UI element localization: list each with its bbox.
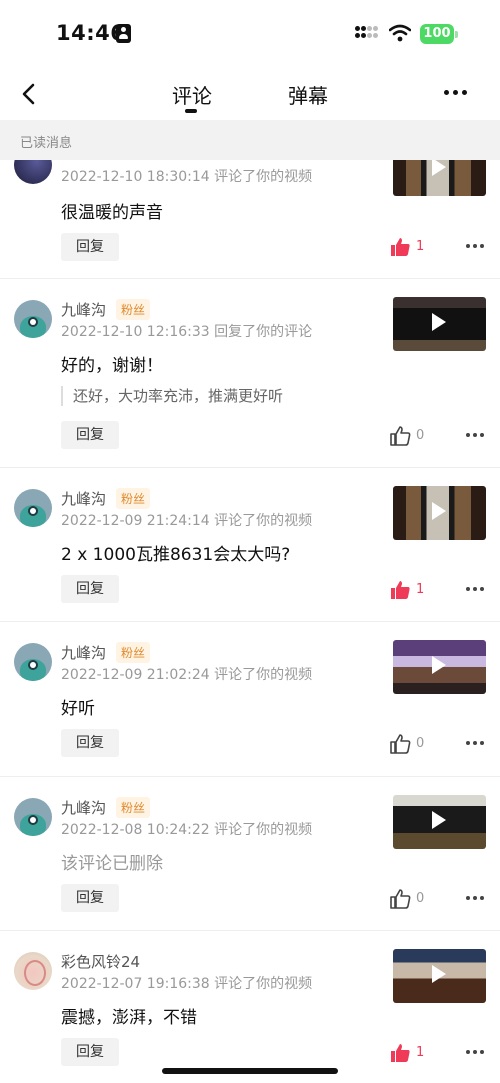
thumbs-up-icon: [391, 581, 410, 599]
nav-bar: 评论 弹幕: [0, 66, 500, 120]
comment-item[interactable]: 九峰沟 粉丝 2022-12-08 10:24:22 评论了你的视频 该评论已删…: [0, 777, 500, 931]
cellular-signal-icon: [355, 26, 379, 42]
comment-list[interactable]: 2022-12-10 18:30:14 评论了你的视频 很温暖的声音 回复 1 …: [0, 160, 500, 1083]
like-button[interactable]: 1: [389, 236, 429, 260]
like-count: 1: [416, 239, 425, 254]
like-count: 0: [416, 428, 425, 443]
comment-more-icon[interactable]: [466, 1050, 486, 1056]
comment-more-icon[interactable]: [466, 587, 486, 593]
like-button[interactable]: 0: [389, 733, 429, 757]
reply-button[interactable]: 回复: [61, 729, 119, 757]
reply-button[interactable]: 回复: [61, 575, 119, 603]
tab-danmaku[interactable]: 弹幕: [288, 80, 328, 109]
play-icon: [432, 160, 446, 176]
comment-text[interactable]: 好的，谢谢！: [61, 351, 163, 376]
commenter-name[interactable]: 彩色风铃24: [61, 951, 140, 972]
video-thumbnail[interactable]: [393, 949, 486, 1003]
active-tab-indicator: [185, 109, 197, 113]
comment-text[interactable]: 很温暖的声音: [61, 198, 163, 223]
fan-badge: 粉丝: [116, 642, 151, 663]
comment-more-icon[interactable]: [466, 741, 486, 747]
commenter-name[interactable]: 九峰沟: [61, 488, 106, 509]
commenter-name[interactable]: 九峰沟: [61, 797, 106, 818]
battery-indicator: 100: [420, 24, 458, 44]
thumbs-up-icon: [391, 1044, 410, 1062]
play-icon: [432, 811, 446, 829]
like-count: 0: [416, 891, 425, 906]
fan-badge: 粉丝: [116, 488, 151, 509]
reply-button[interactable]: 回复: [61, 233, 119, 261]
avatar[interactable]: [14, 300, 52, 338]
comment-item[interactable]: 九峰沟 粉丝 2022-12-10 12:16:33 回复了你的评论 好的，谢谢…: [0, 279, 500, 468]
comment-text[interactable]: 2 x 1000瓦推8631会太大吗?: [61, 540, 290, 565]
thumbs-up-icon: [390, 734, 411, 754]
like-button[interactable]: 1: [389, 1042, 429, 1066]
play-icon: [432, 313, 446, 331]
battery-tip: [455, 31, 458, 38]
thumbs-up-icon: [390, 889, 411, 909]
like-count: 0: [416, 736, 425, 751]
read-messages-header: 已读消息: [0, 120, 500, 160]
like-count: 1: [416, 582, 425, 597]
comment-text[interactable]: 震撼，澎湃，不错: [61, 1003, 197, 1028]
avatar[interactable]: [14, 160, 52, 184]
like-count: 1: [416, 1045, 425, 1060]
status-time: 14:46: [56, 21, 126, 45]
status-bar: 14:46 100: [0, 0, 500, 66]
reply-button[interactable]: 回复: [61, 1038, 119, 1066]
video-thumbnail[interactable]: [393, 640, 486, 694]
comment-text[interactable]: 好听: [61, 694, 95, 719]
reply-button[interactable]: 回复: [61, 421, 119, 449]
quoted-comment: 还好，大功率充沛，推满更好听: [61, 386, 371, 406]
comment-text: 该评论已删除: [61, 854, 163, 874]
commenter-name[interactable]: 九峰沟: [61, 299, 106, 320]
comment-meta: 2022-12-07 19:16:38 评论了你的视频: [61, 976, 313, 992]
play-icon: [432, 965, 446, 983]
contact-card-icon: [116, 24, 131, 43]
avatar[interactable]: [14, 952, 52, 990]
home-indicator[interactable]: [162, 1068, 338, 1074]
battery-level: 100: [420, 24, 454, 44]
comment-meta: 2022-12-08 10:24:22 评论了你的视频: [61, 822, 313, 838]
video-thumbnail[interactable]: [393, 297, 486, 351]
like-button[interactable]: 0: [389, 425, 429, 449]
fan-badge: 粉丝: [116, 299, 151, 320]
fan-badge: 粉丝: [116, 797, 151, 818]
comment-more-icon[interactable]: [466, 244, 486, 250]
comment-meta: 2022-12-09 21:24:14 评论了你的视频: [61, 513, 313, 529]
comment-more-icon[interactable]: [466, 896, 486, 902]
play-icon: [432, 502, 446, 520]
avatar[interactable]: [14, 489, 52, 527]
commenter-name[interactable]: 九峰沟: [61, 642, 106, 663]
reply-button[interactable]: 回复: [61, 884, 119, 912]
back-arrow-icon[interactable]: [18, 82, 40, 106]
avatar[interactable]: [14, 798, 52, 836]
thumbs-up-icon: [391, 238, 410, 256]
video-thumbnail[interactable]: [393, 160, 486, 196]
comment-more-icon[interactable]: [466, 433, 486, 439]
wifi-icon: [389, 24, 411, 42]
tab-comments[interactable]: 评论: [172, 80, 212, 109]
video-thumbnail[interactable]: [393, 795, 486, 849]
avatar[interactable]: [14, 643, 52, 681]
comment-meta: 2022-12-09 21:02:24 评论了你的视频: [61, 667, 313, 683]
read-messages-label: 已读消息: [20, 136, 73, 151]
play-icon: [432, 656, 446, 674]
comment-item[interactable]: 2022-12-10 18:30:14 评论了你的视频 很温暖的声音 回复 1: [0, 160, 500, 279]
thumbs-up-icon: [390, 426, 411, 446]
comment-item[interactable]: 彩色风铃24 2022-12-07 19:16:38 评论了你的视频 震撼，澎湃…: [0, 931, 500, 1083]
like-button[interactable]: 1: [389, 579, 429, 603]
more-options-icon[interactable]: [444, 90, 468, 96]
comment-meta: 2022-12-10 12:16:33 回复了你的评论: [61, 324, 313, 340]
video-thumbnail[interactable]: [393, 486, 486, 540]
comment-item[interactable]: 九峰沟 粉丝 2022-12-09 21:24:14 评论了你的视频 2 x 1…: [0, 468, 500, 622]
comment-meta: 2022-12-10 18:30:14 评论了你的视频: [61, 169, 313, 185]
comment-item[interactable]: 九峰沟 粉丝 2022-12-09 21:02:24 评论了你的视频 好听 回复…: [0, 622, 500, 777]
like-button[interactable]: 0: [389, 888, 429, 912]
